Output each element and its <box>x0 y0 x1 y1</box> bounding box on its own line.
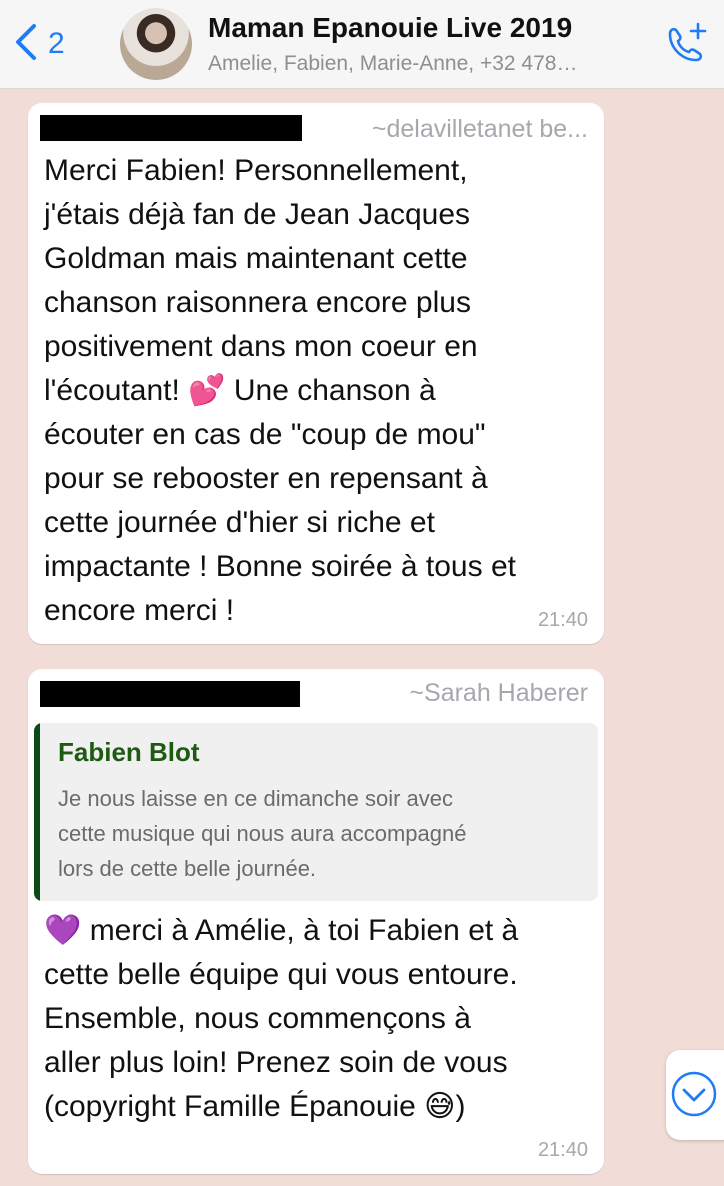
message-bubble[interactable]: ~delavilletanet be... Merci Fabien! Pers… <box>28 103 604 644</box>
quoted-sender: Fabien Blot <box>58 737 200 767</box>
scroll-to-bottom-button[interactable] <box>666 1050 724 1140</box>
quoted-line: cette musique qui nous aura accompagné <box>58 821 467 846</box>
message-line: encore merci ! <box>44 594 235 627</box>
add-call-button[interactable] <box>660 20 710 70</box>
unread-count: 2 <box>48 27 65 60</box>
message-line: (copyright Famille Épanouie 😅) <box>44 1090 466 1123</box>
message-line: positivement dans mon coeur en <box>44 330 478 363</box>
chat-header: 2 Maman Epanouie Live 2019 Amelie, Fabie… <box>0 0 724 89</box>
message-bubble[interactable]: ~Sarah Haberer Fabien Blot Je nous laiss… <box>28 669 604 1174</box>
sender-name[interactable]: ~Sarah Haberer <box>409 679 588 708</box>
message-time: 21:40 <box>537 609 588 631</box>
group-title[interactable]: Maman Epanouie Live 2019 <box>208 12 572 44</box>
add-call-icon <box>660 22 710 74</box>
message-line: cette journée d'hier si riche et <box>44 506 435 539</box>
quoted-message[interactable]: Fabien Blot Je nous laisse en ce dimanch… <box>34 723 598 901</box>
message-line: écouter en cas de "coup de mou" <box>44 418 486 451</box>
group-members[interactable]: Amelie, Fabien, Marie-Anne, +32 478… <box>208 52 653 76</box>
message-line: Goldman mais maintenant cette <box>44 242 468 275</box>
message-time: 21:40 <box>537 1139 588 1161</box>
message-text: Merci Fabien! Personnellement, j'étais d… <box>44 149 604 633</box>
sender-name[interactable]: ~delavilletanet be... <box>372 115 588 144</box>
quoted-line: lors de cette belle journée. <box>58 856 317 881</box>
group-avatar[interactable] <box>120 8 192 80</box>
message-line: pour se rebooster en repensant à <box>44 462 488 495</box>
message-line: aller plus loin! Prenez soin de vous <box>44 1046 508 1079</box>
message-line: chanson raisonnera encore plus <box>44 286 471 319</box>
message-line: Ensemble, nous commençons à <box>44 1002 471 1035</box>
message-line: j'étais déjà fan de Jean Jacques <box>44 198 471 231</box>
redacted-phone <box>40 115 302 141</box>
quote-bar <box>34 723 40 901</box>
quoted-line: Je nous laisse en ce dimanche soir avec <box>58 786 453 811</box>
message-line: impactante ! Bonne soirée à tous et <box>44 550 516 583</box>
chevron-left-icon <box>10 22 42 67</box>
message-line: l'écoutant! 💕 Une chanson à <box>44 374 436 407</box>
message-text: 💜 merci à Amélie, à toi Fabien et à cett… <box>44 909 604 1129</box>
redacted-phone <box>40 681 300 707</box>
message-line: 💜 merci à Amélie, à toi Fabien et à <box>44 914 519 947</box>
message-line: Merci Fabien! Personnellement, <box>44 154 468 187</box>
quoted-text: Je nous laisse en ce dimanche soir avec … <box>58 781 578 886</box>
message-line: cette belle équipe qui vous entoure. <box>44 958 518 991</box>
back-button[interactable]: 2 <box>10 22 65 66</box>
